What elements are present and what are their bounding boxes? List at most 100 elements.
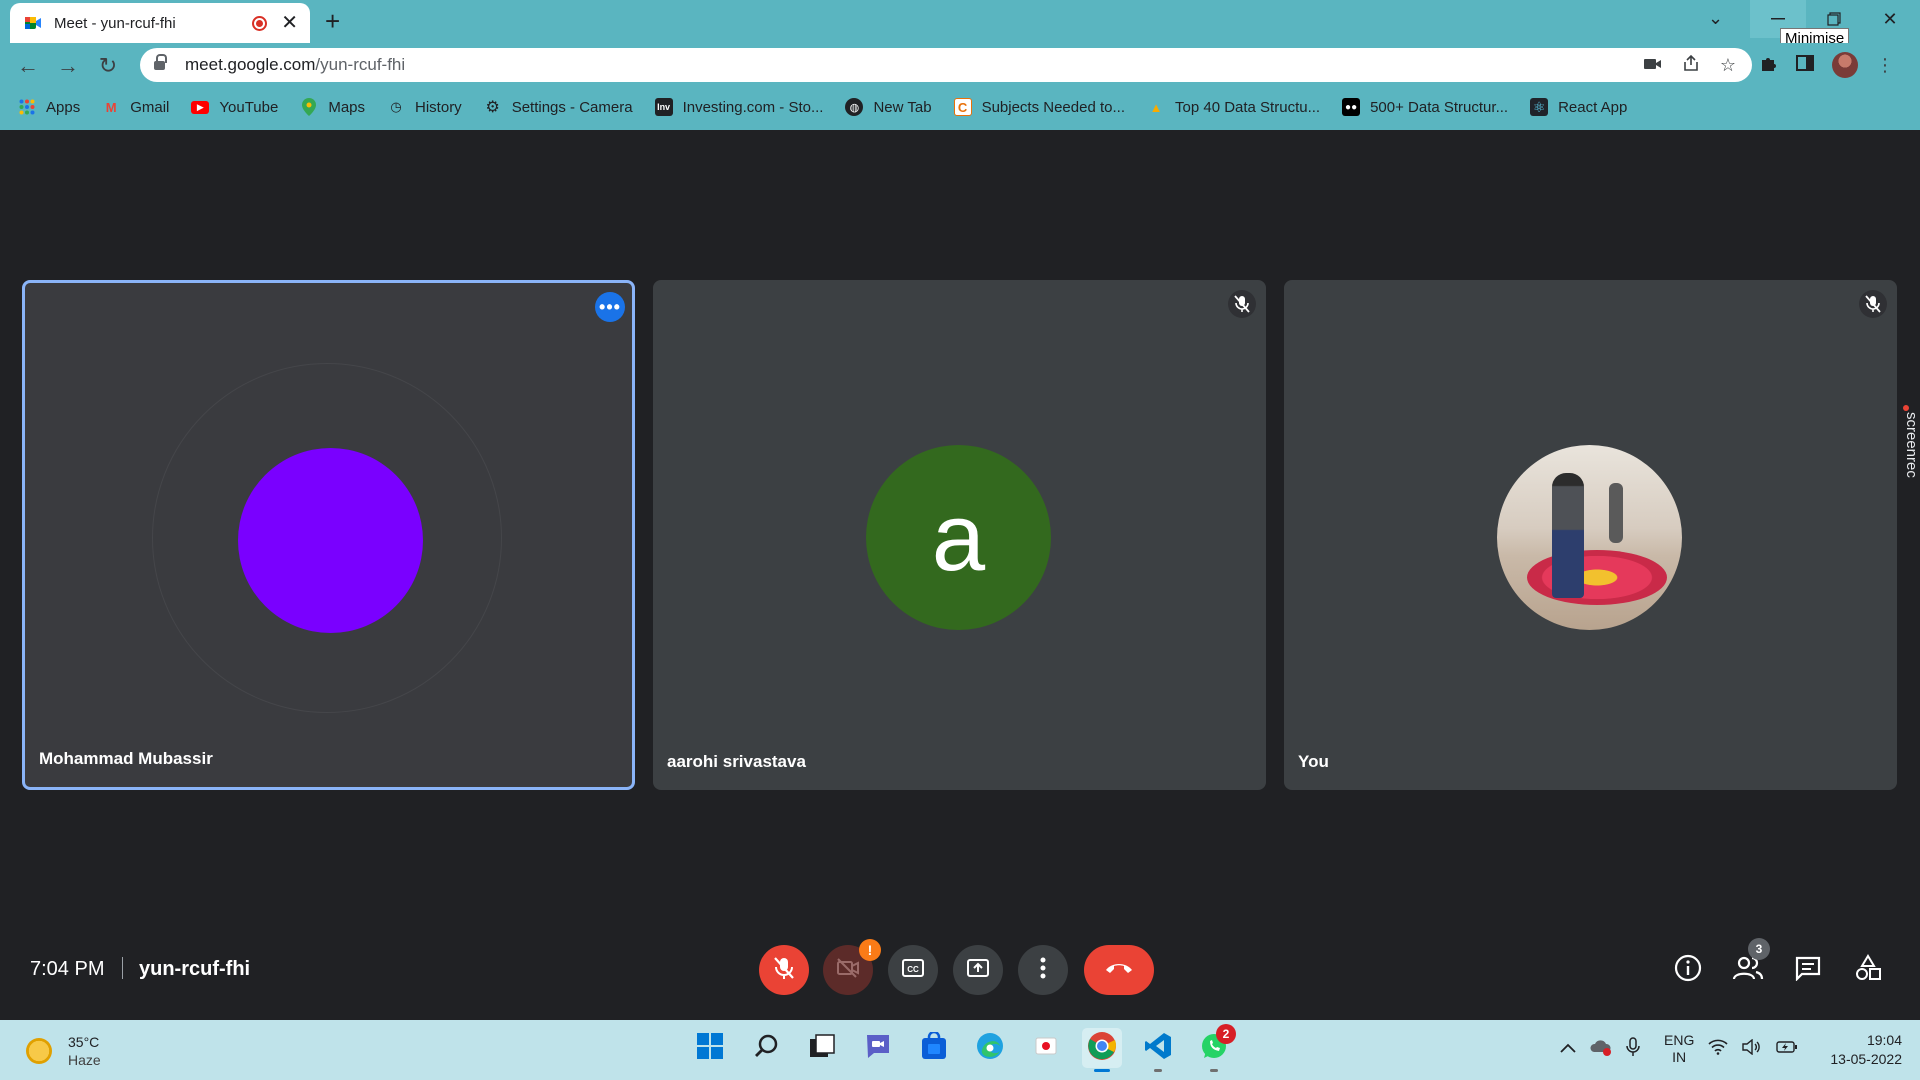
taskbar-search-button[interactable] — [746, 1028, 786, 1068]
volume-icon[interactable] — [1742, 1038, 1762, 1060]
extensions-puzzle-icon[interactable] — [1760, 54, 1778, 77]
meeting-code: yun-rcuf-fhi — [139, 958, 251, 980]
tab-search-chevron-icon[interactable]: ⌄ — [1708, 8, 1723, 29]
activities-button[interactable] — [1848, 950, 1888, 990]
bookmark-history[interactable]: ◷ History — [387, 98, 462, 116]
windows-taskbar: 35°C Haze 2 ENG IN 19:04 13-05-2022 — [0, 1020, 1920, 1080]
window-close-button[interactable]: ✕ — [1862, 0, 1918, 38]
bookmark-maps[interactable]: Maps — [300, 98, 365, 116]
meeting-time: 7:04 PM — [30, 958, 105, 980]
teams-chat-button[interactable] — [858, 1028, 898, 1068]
clock-time: 19:04 — [1866, 1032, 1902, 1048]
bookmark-subjects[interactable]: C Subjects Needed to... — [953, 98, 1125, 116]
participant-tile-aarohi-srivastava[interactable]: a aarohi srivastava — [653, 280, 1266, 790]
people-button[interactable]: 3 — [1728, 938, 1770, 990]
bookmark-label: React App — [1558, 98, 1628, 116]
url-path: /yun-rcuf-fhi — [315, 55, 406, 74]
weather-widget[interactable]: 35°C Haze — [26, 1033, 101, 1069]
tab-close-icon[interactable]: ✕ — [281, 13, 298, 33]
new-tab-button[interactable]: + — [325, 8, 340, 34]
url-host: meet.google.com — [185, 55, 316, 74]
bookmark-new-tab[interactable]: ◍ New Tab — [845, 98, 932, 116]
bookmark-star-icon[interactable]: ☆ — [1720, 55, 1736, 76]
bookmark-site-icon: ▲ — [1149, 99, 1163, 115]
participant-name: aarohi srivastava — [667, 752, 806, 771]
windows-logo-icon — [696, 1032, 724, 1065]
show-hidden-icons-chevron-icon[interactable] — [1560, 1040, 1576, 1058]
camera-off-icon — [836, 957, 860, 983]
start-button[interactable] — [690, 1028, 730, 1068]
camera-toggle-button[interactable]: ! — [823, 939, 881, 995]
lang-code: ENG — [1664, 1032, 1695, 1048]
side-panel-icon[interactable] — [1796, 54, 1814, 76]
bookmark-settings-camera[interactable]: ⚙ Settings - Camera — [484, 98, 633, 117]
maps-pin-icon — [300, 98, 318, 116]
store-bag-icon — [920, 1030, 948, 1065]
camera-in-use-icon[interactable] — [1643, 55, 1662, 76]
profile-avatar[interactable] — [1832, 52, 1858, 78]
language-indicator[interactable]: ENG IN — [1664, 1032, 1694, 1066]
onedrive-error-icon[interactable] — [1590, 1038, 1612, 1061]
bookmark-gmail[interactable]: M Gmail — [102, 98, 170, 116]
avatar: a — [866, 445, 1051, 630]
address-bar[interactable]: meet.google.com/yun-rcuf-fhi ☆ — [140, 48, 1752, 82]
bookmark-label: New Tab — [873, 98, 932, 116]
battery-charging-icon[interactable] — [1776, 1040, 1798, 1059]
hang-up-phone-icon — [1104, 961, 1134, 980]
vscode-icon — [1144, 1032, 1172, 1065]
photo-person — [1552, 473, 1584, 598]
mic-toggle-button[interactable] — [759, 945, 809, 995]
task-view-icon — [809, 1033, 835, 1063]
divider — [122, 957, 123, 979]
bookmark-investing[interactable]: Inv Investing.com - Sto... — [654, 98, 824, 116]
react-icon: ⚛ — [1530, 98, 1549, 116]
closed-captions-icon: CC — [901, 958, 925, 983]
taskbar-app-store[interactable] — [914, 1028, 954, 1068]
forward-arrow-icon[interactable]: → — [54, 52, 82, 80]
wifi-icon[interactable] — [1708, 1039, 1728, 1060]
browser-tab-meet[interactable]: Meet - yun-rcuf-fhi ✕ — [10, 3, 310, 43]
taskbar-screen-recorder[interactable] — [1026, 1028, 1066, 1068]
gear-icon: ⚙ — [485, 99, 500, 116]
system-clock[interactable]: 19:04 13-05-2022 — [1818, 1031, 1902, 1069]
leave-call-button[interactable] — [1084, 945, 1154, 995]
mic-muted-icon — [1228, 290, 1256, 318]
bookmark-apps[interactable]: Apps — [18, 98, 80, 116]
captions-button[interactable]: CC — [888, 945, 938, 995]
bookmark-youtube[interactable]: ▶ YouTube — [191, 99, 278, 116]
task-view-button[interactable] — [802, 1028, 842, 1068]
youtube-icon: ▶ — [191, 100, 210, 114]
participant-tile-mohammad-mubassir[interactable]: ••• Mohammad Mubassir — [22, 280, 635, 790]
browser-tabstrip: Meet - yun-rcuf-fhi ✕ + ⌄ ✕ Minimise — [0, 0, 1920, 49]
bookmark-react-app[interactable]: ⚛ React App — [1530, 98, 1627, 116]
share-icon[interactable] — [1682, 54, 1700, 77]
meeting-details-button[interactable] — [1668, 950, 1708, 990]
present-screen-button[interactable] — [953, 945, 1003, 995]
bookmark-label: Maps — [328, 98, 366, 116]
bookmark-label: Investing.com - Sto... — [682, 98, 824, 116]
screenrec-overlay[interactable]: screenrec — [1898, 405, 1920, 512]
taskbar-chrome[interactable] — [1082, 1028, 1122, 1072]
participant-tile-you[interactable]: You — [1284, 280, 1897, 790]
lang-region: IN — [1672, 1049, 1687, 1065]
present-screen-icon — [966, 958, 990, 983]
taskbar-edge[interactable] — [970, 1028, 1010, 1068]
taskbar-vscode[interactable] — [1138, 1028, 1178, 1072]
bookmark-label: History — [415, 98, 462, 116]
svg-text:CC: CC — [907, 965, 919, 974]
bookmarks-bar: Apps M Gmail ▶ YouTube Maps ◷ History ⚙ Sett… — [0, 87, 1920, 127]
chat-button[interactable] — [1788, 950, 1828, 990]
reload-icon[interactable]: ↻ — [94, 52, 122, 80]
participant-name: You — [1298, 752, 1329, 771]
taskbar-whatsapp[interactable]: 2 — [1194, 1024, 1236, 1072]
kebab-menu-icon[interactable]: ⋮ — [1876, 55, 1894, 76]
back-arrow-icon[interactable]: ← — [14, 52, 42, 80]
microphone-in-use-icon[interactable] — [1626, 1036, 1640, 1062]
bookmark-top40[interactable]: ▲ Top 40 Data Structu... — [1147, 98, 1321, 116]
more-options-button[interactable] — [1018, 945, 1068, 995]
more-options-icon[interactable]: ••• — [595, 292, 625, 322]
lock-icon[interactable] — [154, 54, 167, 71]
bookmark-500plus[interactable]: ●● 500+ Data Structur... — [1342, 98, 1508, 116]
avatar — [238, 448, 423, 633]
bookmark-label: 500+ Data Structur... — [1370, 98, 1509, 116]
